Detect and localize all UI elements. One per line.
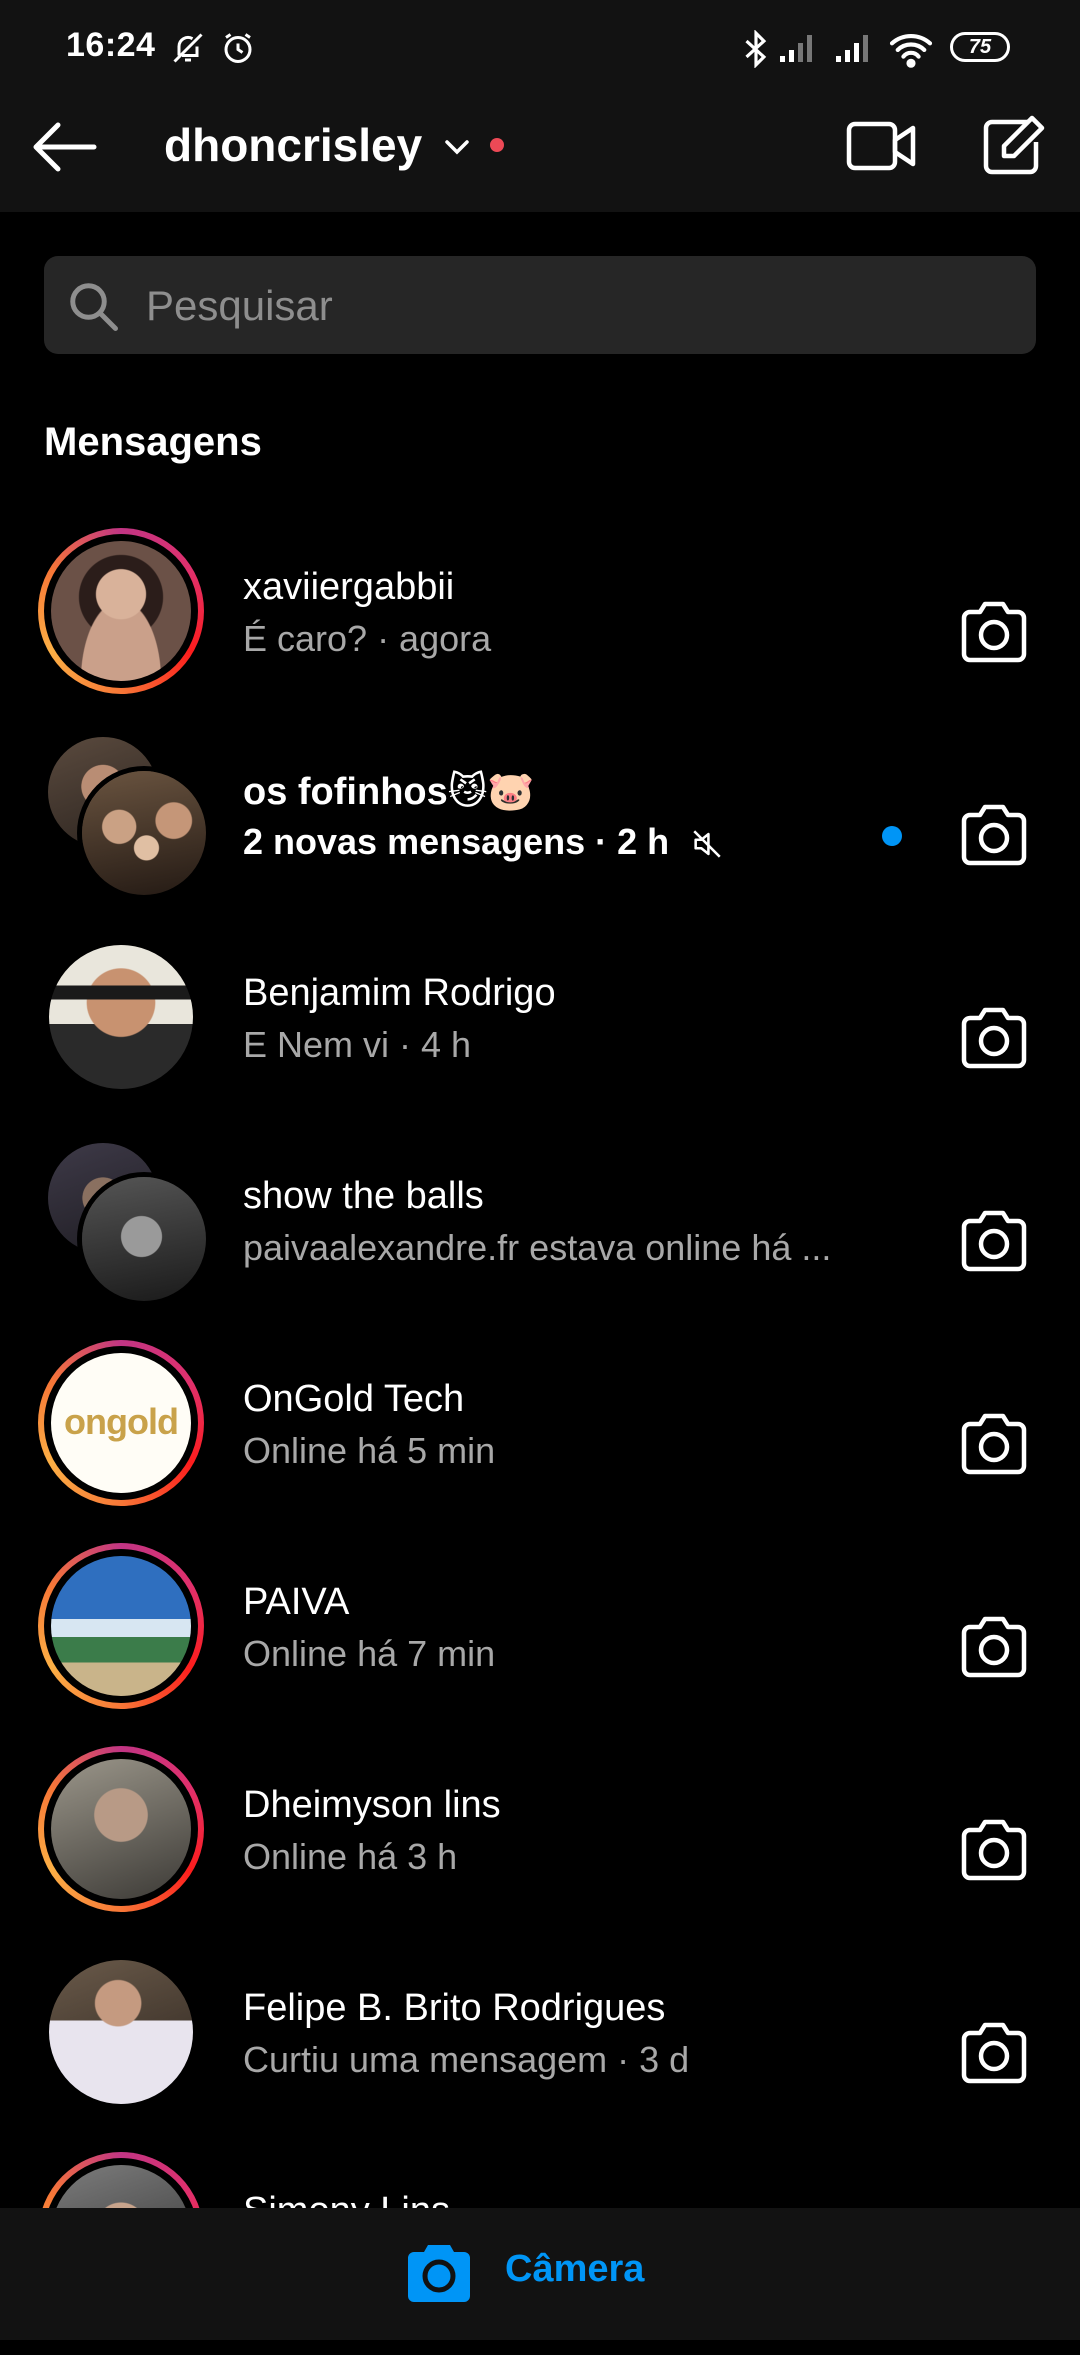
search-icon <box>70 283 118 331</box>
chevron-down-icon[interactable] <box>444 138 470 156</box>
thread-row[interactable]: xaviiergabbii É caro? · agora <box>0 528 1080 731</box>
group-avatar[interactable] <box>38 731 206 897</box>
camera-icon[interactable] <box>958 2019 1030 2087</box>
avatar-photo <box>51 1759 191 1899</box>
thread-name: show the balls <box>243 1175 484 1217</box>
brand-logo: ongold <box>64 1401 179 1442</box>
avatar[interactable] <box>38 1543 204 1709</box>
thread-name: OnGold Tech <box>243 1378 465 1420</box>
avatar[interactable] <box>38 934 204 1100</box>
camera-icon[interactable] <box>404 2242 474 2304</box>
search-bar[interactable] <box>44 256 1036 356</box>
back-button[interactable] <box>30 122 100 172</box>
status-time: 16:24 <box>66 26 156 64</box>
camera-icon[interactable] <box>958 801 1030 869</box>
muted-icon <box>693 830 721 858</box>
thread-name: Benjamim Rodrigo <box>243 972 556 1014</box>
thread-name: xaviiergabbii <box>243 566 455 608</box>
camera-icon[interactable] <box>958 1816 1030 1884</box>
bluetooth-icon <box>745 30 767 68</box>
thread-row[interactable]: Felipe B. Brito Rodrigues Curtiu uma men… <box>0 1949 1080 2152</box>
thread-row[interactable]: os fofinhos😼🐷 2 novas mensagens · 2 h <box>0 731 1080 934</box>
camera-icon[interactable] <box>958 1613 1030 1681</box>
thread-name: Felipe B. Brito Rodrigues <box>243 1987 666 2029</box>
avatar[interactable] <box>38 1746 204 1912</box>
thread-preview: E Nem vi · 4 h <box>243 1024 472 1065</box>
avatar[interactable] <box>38 1949 204 2115</box>
thread-name: os fofinhos😼🐷 <box>243 771 535 813</box>
thread-name: Dheimyson lins <box>243 1784 501 1826</box>
thread-row[interactable]: PAIVA Online há 7 min <box>0 1543 1080 1746</box>
status-bar: 16:24 75 <box>0 0 1080 80</box>
signal-icon <box>836 35 868 62</box>
thread-preview: É caro? · agora <box>243 618 492 659</box>
thread-row[interactable]: Dheimyson lins Online há 3 h <box>0 1746 1080 1949</box>
header: dhoncrisley <box>0 80 1080 212</box>
thread-preview: Curtiu uma mensagem · 3 d <box>243 2039 690 2080</box>
group-avatar[interactable] <box>38 1137 206 1303</box>
camera-icon[interactable] <box>958 598 1030 666</box>
unread-indicator <box>882 826 902 846</box>
camera-icon[interactable] <box>958 1410 1030 1478</box>
avatar-photo <box>49 945 193 1089</box>
thread-preview: Online há 3 h <box>243 1836 458 1877</box>
status-dot <box>490 138 504 152</box>
wifi-icon <box>889 33 933 68</box>
camera-icon[interactable] <box>958 1207 1030 1275</box>
video-camera-icon[interactable] <box>846 116 918 176</box>
section-title: Mensagens <box>44 420 262 464</box>
avatar-photo <box>51 1556 191 1696</box>
alarm-icon <box>224 33 252 63</box>
avatar[interactable] <box>38 528 204 694</box>
thread-preview: paivaalexandre.fr estava online há ... <box>243 1227 832 1268</box>
notifications-muted-icon <box>173 33 203 63</box>
thread-name: PAIVA <box>243 1581 350 1623</box>
camera-icon[interactable] <box>958 1004 1030 1072</box>
avatar-photo <box>49 1960 193 2104</box>
battery-icon: 75 <box>950 32 1010 62</box>
thread-row[interactable]: ongold OnGold Tech Online há 5 min <box>0 1340 1080 1543</box>
avatar[interactable]: ongold <box>38 1340 204 1506</box>
camera-label[interactable]: Câmera <box>505 2248 644 2291</box>
thread-preview: Online há 5 min <box>243 1430 496 1471</box>
avatar-photo <box>82 1177 206 1301</box>
search-input[interactable] <box>144 256 1008 356</box>
bottom-bar[interactable]: Câmera <box>0 2208 1080 2340</box>
account-username[interactable]: dhoncrisley <box>164 118 422 172</box>
edit-icon[interactable] <box>980 114 1046 178</box>
thread-preview: 2 novas mensagens · 2 h <box>243 821 670 862</box>
thread-row[interactable]: Benjamim Rodrigo E Nem vi · 4 h <box>0 934 1080 1137</box>
avatar-photo <box>51 541 191 681</box>
thread-preview: Online há 7 min <box>243 1633 496 1674</box>
thread-row[interactable]: show the balls paivaalexandre.fr estava … <box>0 1137 1080 1340</box>
signal-icon <box>780 35 812 62</box>
avatar-photo: ongold <box>51 1353 191 1493</box>
avatar-photo <box>82 771 206 895</box>
